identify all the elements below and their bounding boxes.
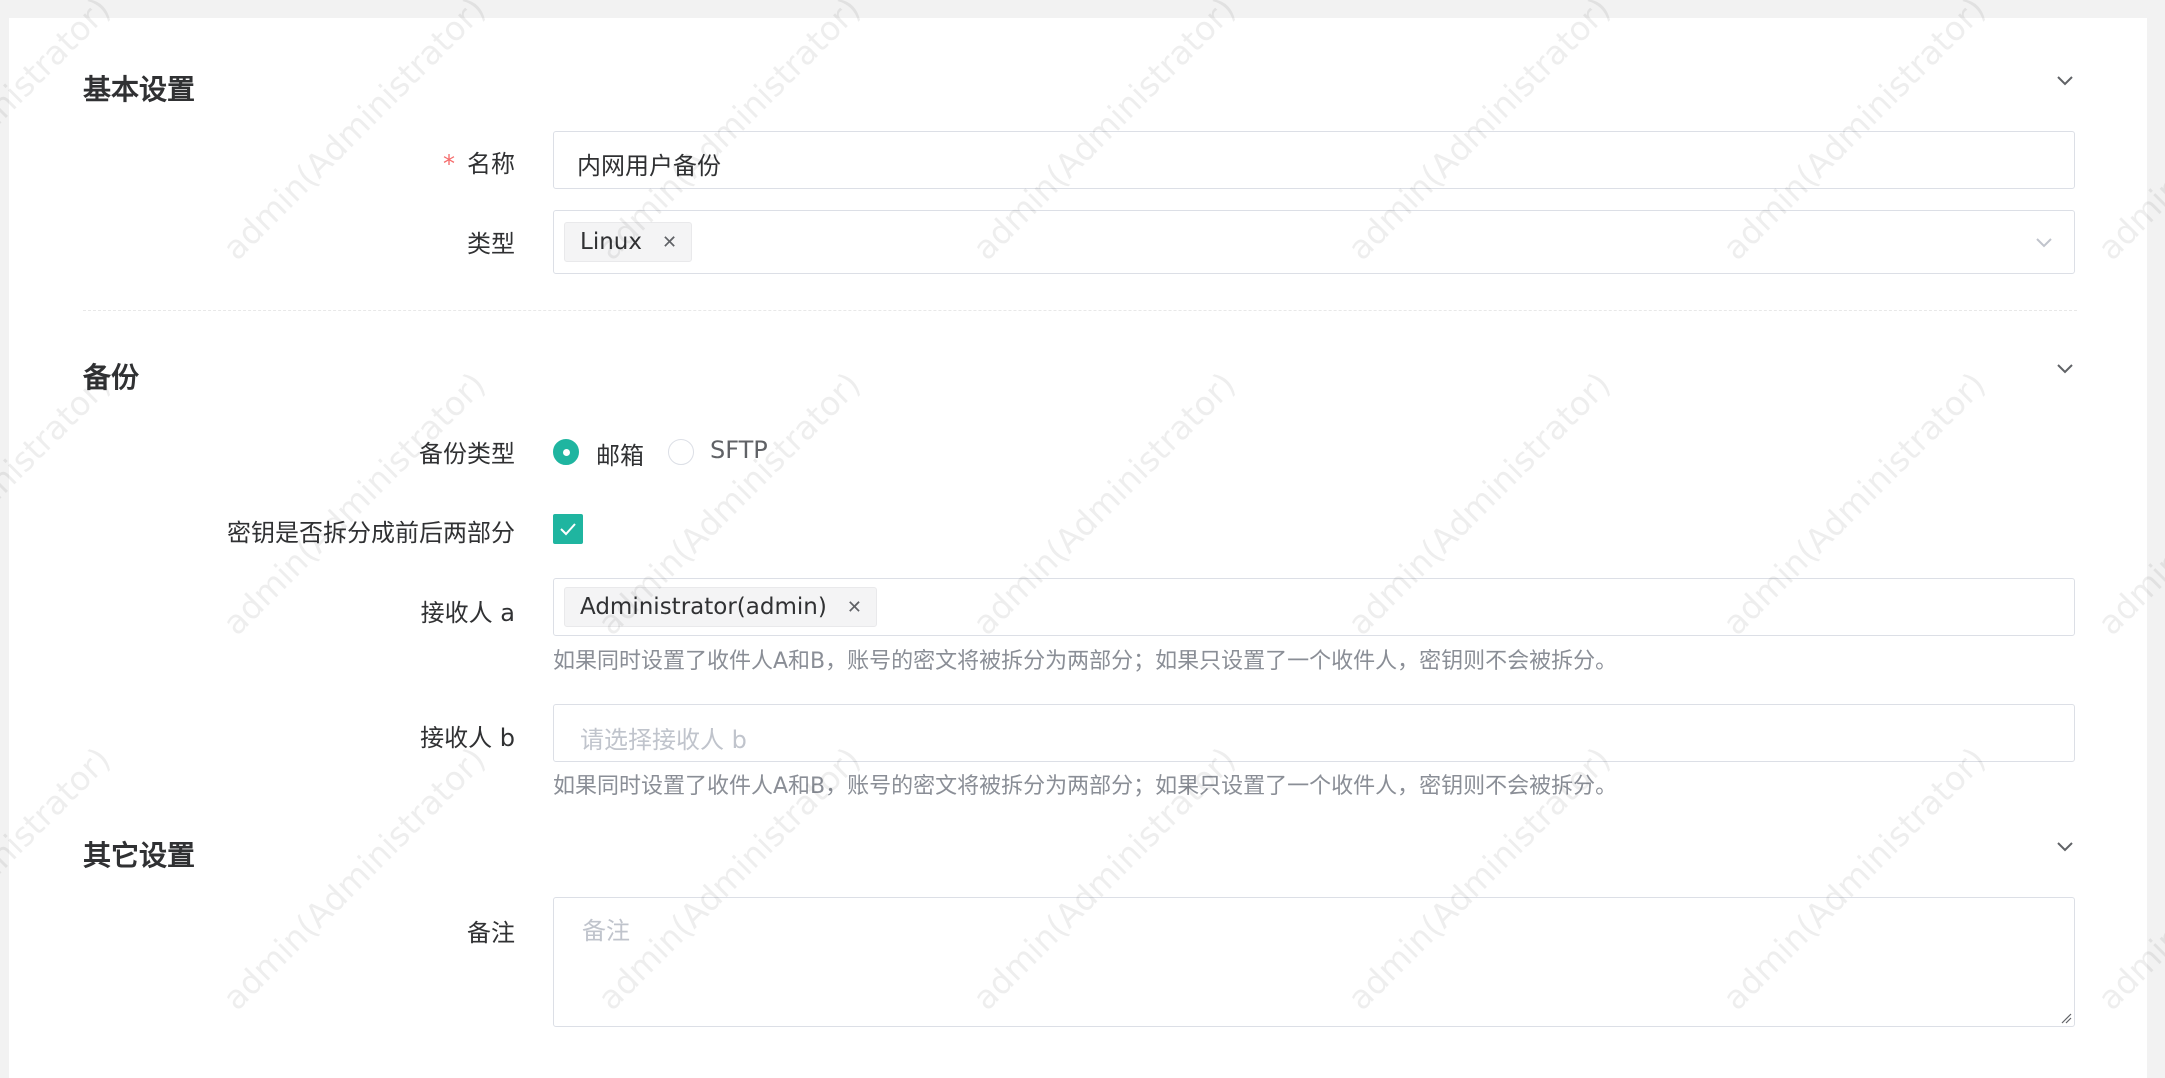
recipient-b-select[interactable]: 请选择接收人 b xyxy=(553,704,2075,762)
section-title-backup: 备份 xyxy=(83,361,140,394)
recipient-a-select[interactable]: Administrator(admin) ✕ xyxy=(553,578,2075,636)
section-title-other: 其它设置 xyxy=(83,839,196,872)
type-select[interactable]: Linux ✕ xyxy=(553,210,2075,274)
backup-type-label: 备份类型 xyxy=(419,440,515,468)
name-label: * 名称 xyxy=(443,144,515,179)
name-label-text: 名称 xyxy=(467,150,515,178)
radio-email[interactable] xyxy=(553,439,579,465)
split-key-label: 密钥是否拆分成前后两部分 xyxy=(227,519,515,547)
recipient-a-label: 接收人 a xyxy=(420,599,515,627)
remark-placeholder: 备注 xyxy=(582,917,630,945)
radio-sftp[interactable] xyxy=(668,439,694,465)
chevron-down-icon[interactable] xyxy=(2034,232,2054,252)
resize-handle-icon[interactable] xyxy=(2060,1012,2072,1024)
recipient-b-label: 接收人 b xyxy=(420,724,515,752)
required-mark: * xyxy=(443,150,455,178)
check-icon xyxy=(560,523,576,536)
type-tag-label: Linux xyxy=(580,229,642,255)
chevron-down-icon[interactable] xyxy=(2055,358,2075,378)
radio-email-label[interactable]: 邮箱 xyxy=(596,436,644,471)
section-title-basic: 基本设置 xyxy=(83,73,196,106)
close-icon[interactable]: ✕ xyxy=(662,232,677,253)
close-icon[interactable]: ✕ xyxy=(847,597,862,618)
remark-label: 备注 xyxy=(467,919,515,947)
remark-textarea[interactable]: 备注 xyxy=(553,897,2075,1027)
radio-sftp-label[interactable]: SFTP xyxy=(710,436,768,464)
type-tag: Linux ✕ xyxy=(564,222,693,262)
recipient-a-hint: 如果同时设置了收件人A和B，账号的密文将被拆分为两部分；如果只设置了一个收件人，… xyxy=(553,649,1618,674)
recipient-a-tag-label: Administrator(admin) xyxy=(580,594,827,620)
name-input-value: 内网用户备份 xyxy=(577,152,721,180)
name-input[interactable]: 内网用户备份 xyxy=(553,131,2075,189)
section-divider xyxy=(83,310,2077,311)
recipient-b-hint: 如果同时设置了收件人A和B，账号的密文将被拆分为两部分；如果只设置了一个收件人，… xyxy=(553,774,1618,799)
chevron-down-icon[interactable] xyxy=(2055,836,2075,856)
split-key-checkbox[interactable] xyxy=(553,514,583,544)
type-label: 类型 xyxy=(467,230,515,258)
recipient-b-placeholder: 请选择接收人 b xyxy=(580,726,747,754)
chevron-down-icon[interactable] xyxy=(2055,70,2075,90)
recipient-a-tag: Administrator(admin) ✕ xyxy=(564,587,877,627)
